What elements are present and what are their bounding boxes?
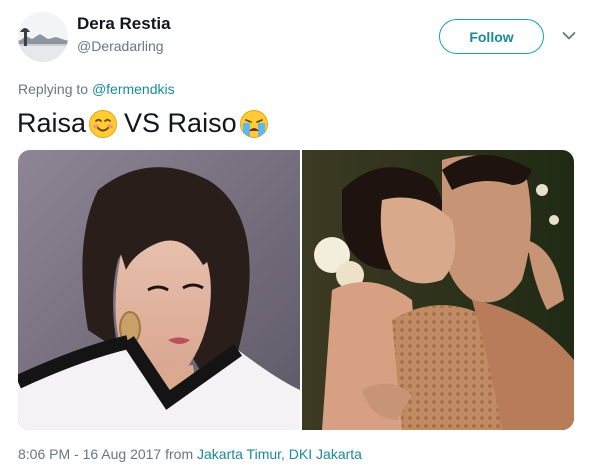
avatar[interactable] <box>18 12 68 62</box>
tweet-timestamp: 8:06 PM - 16 Aug 2017 from Jakarta Timur… <box>18 446 362 462</box>
tweet-text-part2: VS Raiso <box>124 108 237 138</box>
tweet-from-label: from <box>165 446 194 462</box>
photo-couple[interactable] <box>302 150 574 430</box>
display-name[interactable]: Dera Restia <box>77 14 171 34</box>
tweet-text: Raisa VS Raiso <box>17 108 271 139</box>
tweet-card: Dera Restia @Deradarling Follow Replying… <box>0 0 590 476</box>
photo-portrait[interactable] <box>18 150 300 430</box>
more-menu-button[interactable] <box>561 28 577 44</box>
tweet-text-part1: Raisa <box>17 108 87 138</box>
couple-image <box>302 150 574 430</box>
reply-prefix: Replying to <box>18 81 89 97</box>
chevron-down-icon <box>562 32 576 40</box>
landscape-avatar-icon <box>18 12 68 62</box>
reply-context: Replying to @fermendkis <box>18 81 175 97</box>
reply-mention-link[interactable]: @fermendkis <box>92 81 175 97</box>
follow-button[interactable]: Follow <box>439 19 544 54</box>
portrait-image <box>18 150 300 430</box>
tweet-location-link[interactable]: Jakarta Timur, DKI Jakarta <box>197 446 362 462</box>
crying-face-emoji-icon <box>239 109 268 138</box>
tweet-time-date[interactable]: 8:06 PM - 16 Aug 2017 <box>18 446 161 462</box>
smiling-face-emoji-icon <box>89 109 118 138</box>
user-handle[interactable]: @Deradarling <box>77 38 164 54</box>
